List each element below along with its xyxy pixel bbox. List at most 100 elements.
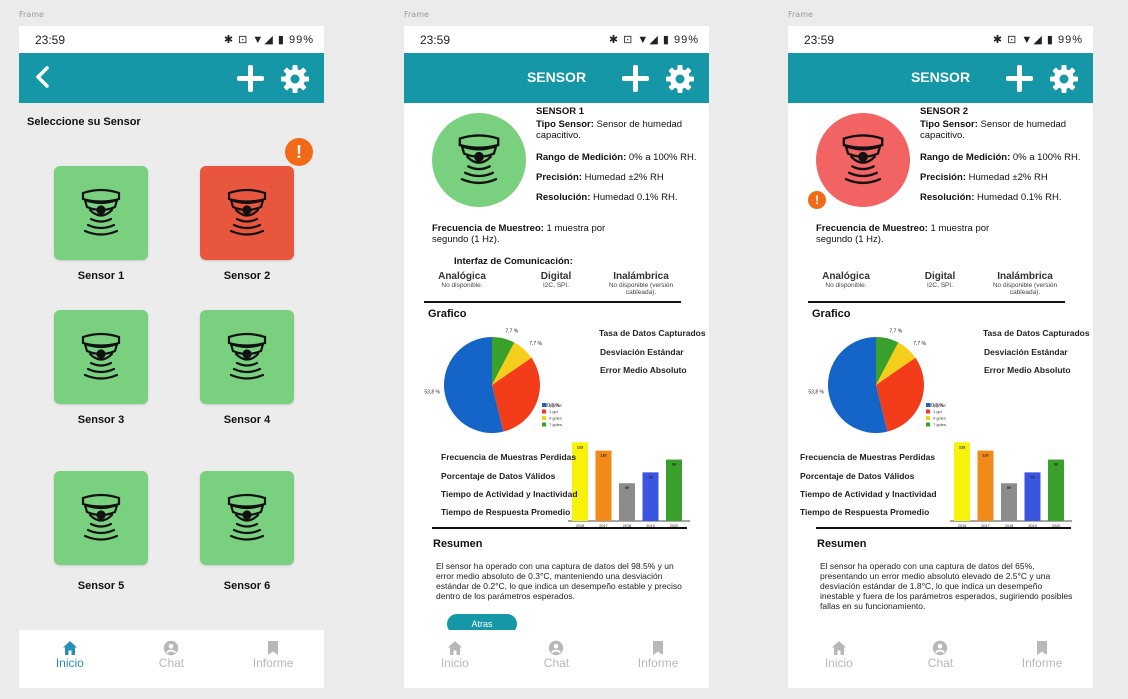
nav-chat[interactable]: Chat: [516, 640, 596, 670]
sensor-precision: Precisión: Humedad ±2% RH: [920, 172, 1048, 183]
legend-label: 5 goles: [549, 403, 562, 408]
nav-inicio[interactable]: Inicio: [30, 640, 110, 670]
frame-label: Frame: [404, 10, 429, 19]
section-title-grafico: Grafico: [812, 308, 851, 320]
metric-label: Error Medio Absoluto: [600, 365, 687, 375]
summary-text: El sensor ha operado con una captura de …: [436, 561, 682, 601]
sensor-icon: [842, 134, 884, 185]
legend-label: 1 gol: [933, 409, 942, 414]
frame-label: Frame: [19, 10, 44, 19]
person-icon: [933, 640, 948, 656]
sensor-tile-2[interactable]: [200, 166, 294, 260]
bookmark-icon: [653, 641, 664, 655]
legend-label: 4 goles: [933, 416, 946, 421]
bar-value-label: 59: [625, 486, 629, 490]
alert-badge-icon: !: [285, 138, 313, 166]
legend-swatch: [926, 416, 930, 420]
status-icons: ✱ ⊡ ▼◢ ▮ 99%: [608, 34, 699, 46]
add-icon[interactable]: [1006, 65, 1033, 92]
bar: [666, 459, 682, 521]
app-bar: [19, 53, 324, 103]
legend-label: 1 gol: [549, 409, 558, 414]
sensor-status-circle: [816, 113, 910, 207]
person-icon: [549, 640, 564, 656]
sensor-detail: ! SENSOR 2 Tipo Sensor: Sensor de humeda…: [788, 103, 1093, 640]
add-icon[interactable]: [237, 65, 264, 92]
sensor-tile-1[interactable]: [54, 166, 148, 260]
section-title-resumen: Resumen: [817, 538, 867, 550]
sensor-icon: [227, 188, 267, 236]
back-arrow-icon[interactable]: [33, 65, 53, 89]
metric-label: Desviación Estándar: [984, 347, 1068, 357]
metric-label: Desviación Estándar: [600, 347, 684, 357]
app-bar: SENSOR: [404, 53, 709, 103]
nav-chat[interactable]: Chat: [900, 640, 980, 670]
gear-icon[interactable]: [280, 64, 310, 94]
bar: [1048, 459, 1064, 521]
legend-swatch: [542, 416, 546, 420]
nav-chat[interactable]: Chat: [131, 640, 211, 670]
add-icon[interactable]: [622, 65, 649, 92]
interface-analog: Analógica No disponible.: [822, 271, 870, 289]
battery-percent: 99%: [288, 34, 314, 46]
gear-icon[interactable]: [665, 64, 695, 94]
legend-swatch: [926, 403, 930, 407]
bookmark-icon: [1037, 641, 1048, 655]
sensor-tile-6[interactable]: [200, 471, 294, 565]
sensor-label: Sensor 4: [223, 414, 271, 426]
sensor-tile-5[interactable]: [54, 471, 148, 565]
sensor-icon: [458, 134, 500, 185]
sensor-type: Tipo Sensor: Sensor de humedad capacitiv…: [536, 119, 683, 141]
sensor-tile-3[interactable]: [54, 310, 148, 404]
pie-slice-label: 53,8 %: [808, 390, 824, 396]
sensor-name: SENSOR 1: [536, 106, 585, 117]
status-time: 23:59: [35, 32, 66, 47]
metric-label: Error Medio Absoluto: [984, 365, 1071, 375]
sensor-list: Seleccione su Sensor Sensor 1 ! Sensor 2…: [19, 103, 324, 640]
bar-value-label: 59: [1007, 486, 1011, 490]
sensor-detail: ! SENSOR 1 Tipo Sensor: Sensor de humeda…: [404, 103, 709, 640]
legend-swatch: [542, 422, 546, 427]
nav-inicio[interactable]: Inicio: [799, 640, 879, 670]
status-time: 23:59: [804, 32, 835, 47]
bar: [977, 450, 994, 521]
nav-informe[interactable]: Informe: [1002, 640, 1082, 670]
interface-analog: Analógica No disponible.: [438, 271, 486, 289]
sensor-label: Sensor 5: [77, 580, 125, 592]
sensor-tile-4[interactable]: [200, 310, 294, 404]
status-bar: 23:59 ✱ ⊡ ▼◢ ▮ 99%: [19, 26, 324, 53]
page-title: Seleccione su Sensor: [27, 116, 141, 128]
home-icon: [447, 641, 462, 655]
gear-icon[interactable]: [1049, 64, 1079, 94]
metric-label: Tasa de Datos Capturados: [983, 328, 1090, 338]
sensor-range: Rango de Medición: 0% a 100% RH.: [920, 152, 1081, 163]
status-bar: 23:59 ✱ ⊡ ▼◢ ▮ 99%: [788, 26, 1093, 53]
nav-informe[interactable]: Informe: [233, 640, 313, 670]
sensor-icon: [81, 493, 121, 541]
pie-slice-label: 7,7 %: [505, 329, 518, 335]
sensor-icon: [227, 332, 267, 380]
status-time: 23:59: [420, 32, 451, 47]
alert-badge-icon: !: [808, 191, 826, 209]
status-icons: ✱ ⊡ ▼◢ ▮ 99%: [992, 34, 1083, 46]
bar-value-label: 76: [648, 475, 652, 479]
legend-label: 5 goles: [933, 403, 946, 408]
battery-percent: 99%: [1057, 34, 1083, 46]
legend-label: 4 goles: [549, 416, 562, 421]
nav-informe[interactable]: Informe: [618, 640, 698, 670]
bar-value-label: 110: [982, 454, 988, 458]
bar-value-label: 123: [577, 445, 583, 449]
legend-swatch: [542, 403, 546, 407]
interface-title: Interfaz de Comunicación:: [454, 256, 573, 267]
divider: [424, 301, 681, 303]
pie-slice-label: 53,8 %: [424, 390, 440, 396]
page-title: SENSOR: [526, 69, 587, 85]
sensor-icon: [81, 188, 121, 236]
phone-sensor-list: 23:59 ✱ ⊡ ▼◢ ▮ 99% Seleccione su Sensor …: [19, 26, 324, 688]
bar-value-label: 96: [1054, 463, 1058, 467]
nav-inicio[interactable]: Inicio: [415, 640, 495, 670]
pie-slice-label: 7,7 %: [913, 341, 926, 347]
sensor-status-circle: [432, 113, 526, 207]
metric-label: Frecuencia de Muestras Perdidas: [441, 452, 577, 462]
interface-digital: Digital I2C, SPI.: [924, 271, 956, 289]
